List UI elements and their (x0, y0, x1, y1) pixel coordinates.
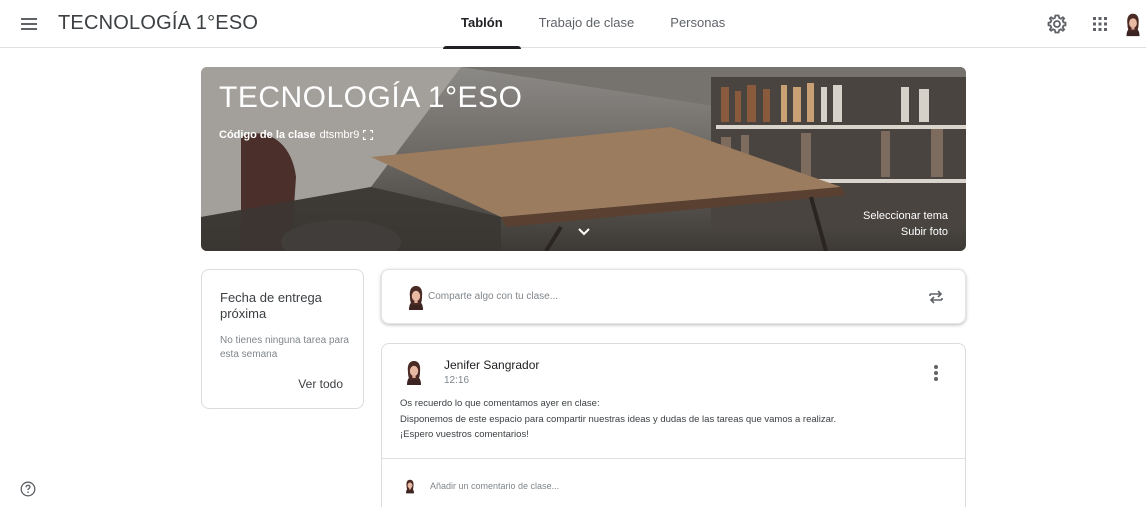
tab-classwork[interactable]: Trabajo de clase (521, 0, 653, 48)
upcoming-empty-text: No tienes ninguna tarea para esta semana (220, 335, 349, 360)
class-code: Código de la clase dtsmbr9 (219, 129, 374, 141)
more-options-icon[interactable] (929, 364, 943, 382)
help-icon[interactable] (20, 481, 36, 497)
post-author: Jenifer Sangrador (444, 358, 540, 372)
upcoming-title: Fecha de entrega próxima (220, 290, 322, 321)
comment-avatar (402, 477, 418, 495)
author-avatar (400, 358, 428, 386)
profile-avatar[interactable] (1120, 10, 1146, 38)
post-line: ¡Espero vuestros comentarios! (400, 429, 529, 440)
top-app-bar: TECNOLOGÍA 1°ESO Tablón Trabajo de clase… (0, 0, 1146, 49)
class-tabs: Tablón Trabajo de clase Personas (443, 0, 743, 49)
class-banner: TECNOLOGÍA 1°ESO Código de la clase dtsm… (201, 67, 966, 251)
repost-icon[interactable] (927, 288, 945, 306)
class-code-label: Código de la clase (219, 129, 316, 141)
post-line: Disponemos de este espacio para comparti… (400, 413, 837, 425)
comment-input[interactable]: Añadir un comentario de clase... (430, 481, 559, 491)
select-theme-link[interactable]: Seleccionar tema (863, 210, 948, 222)
gear-icon[interactable] (1045, 12, 1069, 36)
upload-photo-link[interactable]: Subir foto (901, 226, 948, 238)
share-placeholder[interactable]: Comparte algo con tu clase... (428, 291, 558, 302)
menu-icon[interactable] (18, 12, 42, 36)
share-box[interactable]: Comparte algo con tu clase... (381, 269, 966, 324)
fullscreen-icon[interactable] (363, 130, 374, 140)
apps-grid-icon[interactable] (1088, 12, 1112, 36)
avatar (402, 283, 430, 311)
chevron-down-icon[interactable] (577, 227, 591, 237)
divider (382, 458, 965, 459)
post-body: Os recuerdo lo que comentamos ayer en cl… (400, 396, 836, 443)
class-title[interactable]: TECNOLOGÍA 1°ESO (58, 12, 258, 35)
upcoming-card: Fecha de entrega próxima No tienes ningu… (201, 269, 364, 409)
view-all-link[interactable]: Ver todo (298, 377, 343, 391)
stream-post: Jenifer Sangrador 12:16 Os recuerdo lo q… (381, 343, 966, 507)
post-line: Os recuerdo lo que comentamos ayer en cl… (400, 398, 600, 409)
post-time: 12:16 (444, 375, 470, 386)
banner-title[interactable]: TECNOLOGÍA 1°ESO (219, 81, 522, 115)
tab-people[interactable]: Personas (652, 0, 743, 48)
tab-stream[interactable]: Tablón (443, 0, 521, 49)
class-code-value: dtsmbr9 (319, 129, 360, 141)
